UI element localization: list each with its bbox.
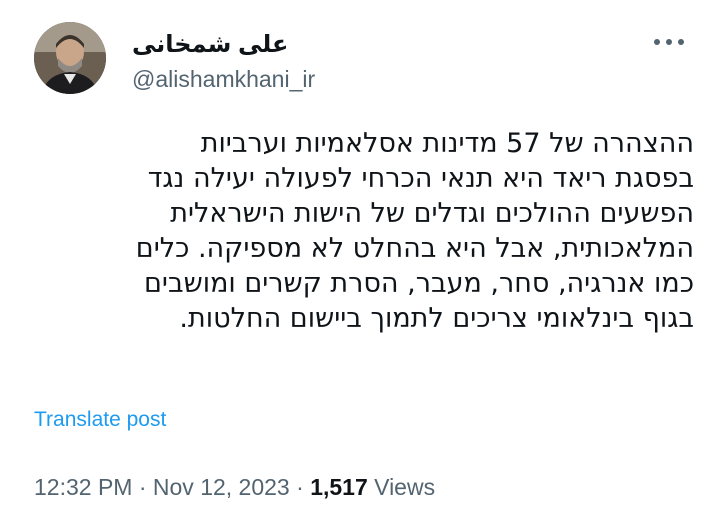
more-options-button[interactable] [646,28,692,56]
post-text: ההצהרה של 57 מדינות אסלאמיות וערביות בפס… [24,126,694,336]
post-text-line: בגוף בינלאומי צריכים לתמוך ביישום החלטות… [179,303,694,334]
post-text-line: בפסגת ריאד היא תנאי הכרחי לפעולה יעילה נ… [147,163,694,194]
post-text-line: כמו אנרגיה, סחר, מעבר, הסרת קשרים ומושבי… [144,268,694,299]
views-label: Views [367,474,436,500]
post-time[interactable]: 12:32 PM [34,474,132,500]
post-header: علی شمخانی @alishamkhani_ir [0,0,720,110]
avatar-image [34,22,106,94]
post-text-line: ההצהרה של 57 מדינות אסלאמיות וערביות [200,128,694,159]
views-count: 1,517 [310,474,368,500]
translate-post-link[interactable]: Translate post [34,408,166,432]
post-text-line: הפשעים ההולכים וגדלים של הישות הישראלית [170,198,694,229]
more-horizontal-icon [654,39,684,45]
avatar[interactable] [34,22,106,94]
display-name[interactable]: علی شمخانی [132,30,288,59]
meta-separator: · [132,474,153,500]
meta-separator: · [289,474,311,500]
post-text-line: המלאכותית, אבל היא בהחלט לא מספיקה. כלים [135,233,694,264]
user-handle[interactable]: @alishamkhani_ir [132,66,315,93]
post-date[interactable]: Nov 12, 2023 [153,474,290,500]
post-metadata: 12:32 PM · Nov 12, 2023 · 1,517 Views [34,474,435,501]
